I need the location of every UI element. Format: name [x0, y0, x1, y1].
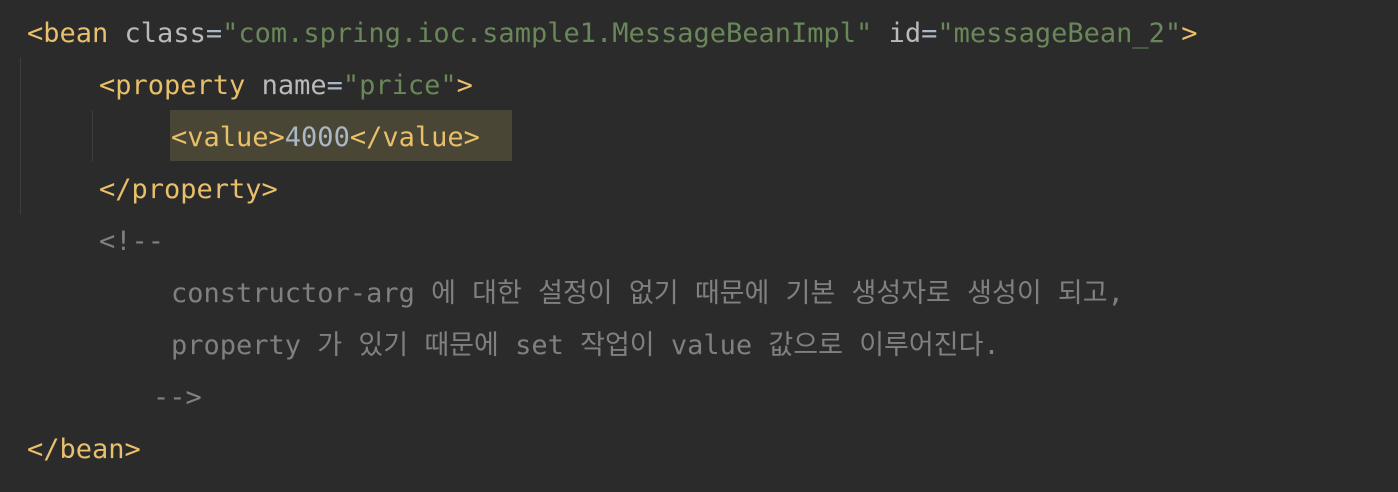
code-line-last[interactable]: </bean>	[27, 424, 141, 476]
attr-id-name: id	[888, 18, 922, 49]
attr-name-eq: =	[326, 70, 343, 101]
value-close-tag: </value>	[349, 122, 480, 153]
comment-text-2: property 가 있기 때문에 set 작업이 value 값으로 이루어진…	[171, 330, 1000, 361]
comment-close-marker: -->	[153, 382, 202, 413]
comment-open-marker: <!--	[99, 226, 165, 257]
attr-name-name: name	[261, 70, 327, 101]
attr-id-value: "messageBean_2"	[937, 18, 1182, 49]
attr-id-eq: =	[921, 18, 938, 49]
indent-guide-bean	[20, 58, 21, 214]
code-line-4[interactable]: </property>	[99, 164, 278, 216]
comment-close[interactable]: -->	[153, 372, 202, 424]
value-content: 4000	[284, 122, 350, 153]
attr-name-value: "price"	[342, 70, 457, 101]
property-open-tag-close: >	[456, 70, 473, 101]
bean-open-tag: <bean	[27, 18, 109, 49]
comment-open[interactable]: <!--	[99, 216, 164, 268]
comment-text-1: constructor-arg 에 대한 설정이 없기 때문에 기본 생성자로 …	[171, 278, 1124, 309]
comment-line-2[interactable]: property 가 있기 때문에 set 작업이 value 값으로 이루어진…	[171, 320, 1000, 372]
value-open-tag: <value>	[171, 122, 285, 153]
property-close-tag: </property>	[99, 174, 278, 205]
code-line-1[interactable]: <bean class="com.spring.ioc.sample1.Mess…	[27, 8, 1197, 60]
bean-close-tag: </bean>	[27, 434, 141, 465]
code-line-2[interactable]: <property name="price">	[99, 60, 473, 112]
code-line-3[interactable]: <value>4000</value>	[171, 112, 480, 164]
comment-line-1[interactable]: constructor-arg 에 대한 설정이 없기 때문에 기본 생성자로 …	[171, 268, 1124, 320]
property-open-tag: <property	[99, 70, 246, 101]
bean-open-tag-close: >	[1181, 18, 1198, 49]
code-editor[interactable]: <bean class="com.spring.ioc.sample1.Mess…	[0, 0, 1398, 492]
attr-class-value: "com.spring.ioc.sample1.MessageBeanImpl"	[222, 18, 873, 49]
attr-class-eq: =	[205, 18, 223, 49]
attr-class-name: class	[124, 18, 206, 49]
indent-guide-property	[92, 110, 93, 162]
